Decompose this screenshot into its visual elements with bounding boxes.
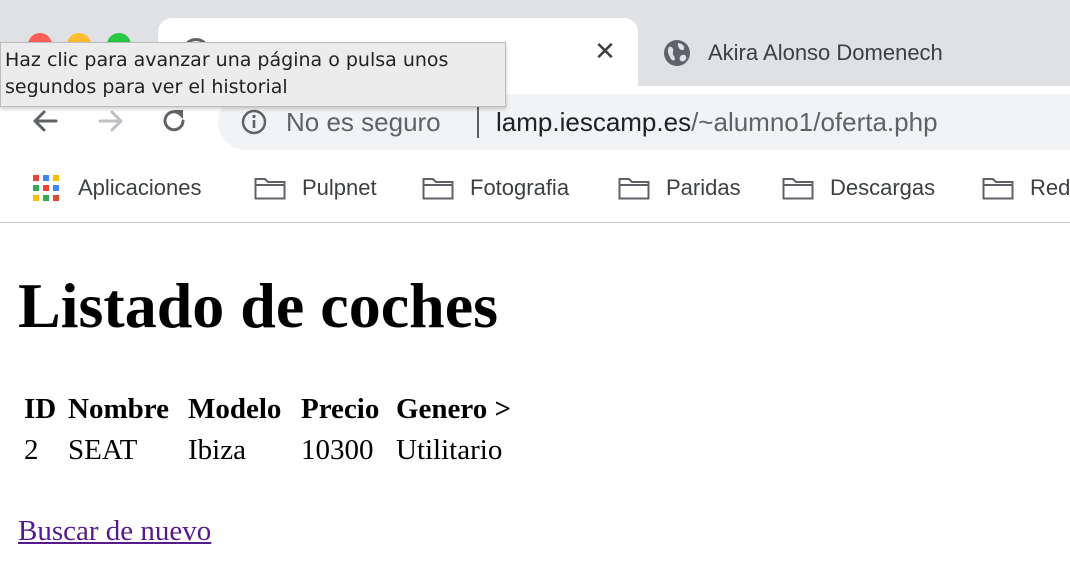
folder-icon xyxy=(422,178,454,200)
column-header-genero: Genero > xyxy=(396,393,512,425)
tooltip-line: segundos para ver el historial xyxy=(5,76,288,98)
column-header-id: ID xyxy=(24,393,57,425)
bookmarks-bar: Aplicaciones Pulpnet Fotografia Paridas … xyxy=(0,156,1070,223)
folder-icon xyxy=(782,178,814,200)
cars-table: ID Nombre Modelo Precio Genero > 2 SEAT … xyxy=(20,385,515,475)
bookmark-label: Pulpnet xyxy=(302,175,377,200)
folder-icon xyxy=(618,178,650,200)
bookmark-label: Aplicaciones xyxy=(78,175,202,200)
bookmark-aplicaciones[interactable]: Aplicaciones xyxy=(32,172,202,204)
forward-arrow-icon[interactable] xyxy=(94,104,128,138)
column-header-nombre: Nombre xyxy=(68,393,169,425)
address-separator xyxy=(477,106,479,138)
tab-close-button[interactable]: ✕ xyxy=(590,36,620,66)
url-host: lamp.iescamp.es xyxy=(496,107,692,137)
apps-grid-icon xyxy=(32,174,60,202)
cell-genero: Utilitario xyxy=(396,434,503,466)
cell-nombre: SEAT xyxy=(68,434,138,466)
web-page: Listado de coches ID Nombre Modelo Preci… xyxy=(0,223,1070,584)
bookmark-fotografia[interactable]: Fotografia xyxy=(422,172,569,204)
tab-inactive[interactable]: Akira Alonso Domenech xyxy=(660,18,1070,84)
page-title: Listado de coches xyxy=(18,270,498,341)
tooltip-line: Haz clic para avanzar una página o pulsa… xyxy=(5,49,449,71)
forward-button-tooltip: Haz clic para avanzar una página o pulsa… xyxy=(0,42,506,107)
tab-title: Akira Alonso Domenech xyxy=(708,40,943,65)
bookmark-label: Paridas xyxy=(666,175,741,200)
bookmark-pulpnet[interactable]: Pulpnet xyxy=(254,172,377,204)
search-again-link[interactable]: Buscar de nuevo xyxy=(18,515,211,548)
bookmark-label: Red xyxy=(1030,175,1070,200)
globe-icon xyxy=(664,40,690,66)
url-text[interactable]: lamp.iescamp.es/~alumno1/oferta.php xyxy=(496,107,938,138)
table-row: 2 SEAT Ibiza 10300 Utilitario xyxy=(24,434,511,467)
column-header-precio: Precio xyxy=(301,393,380,425)
folder-icon xyxy=(254,178,286,200)
url-path: /~alumno1/oferta.php xyxy=(691,107,938,137)
bookmark-label: Fotografia xyxy=(470,175,570,200)
column-header-modelo: Modelo xyxy=(188,393,282,425)
info-icon[interactable] xyxy=(240,108,268,136)
cell-modelo: Ibiza xyxy=(188,434,246,466)
back-arrow-icon[interactable] xyxy=(28,104,62,138)
bookmark-paridas[interactable]: Paridas xyxy=(618,172,741,204)
folder-icon xyxy=(982,178,1014,200)
table-header-row: ID Nombre Modelo Precio Genero > xyxy=(24,393,511,426)
bookmark-label: Descargas xyxy=(830,175,936,200)
bookmark-red[interactable]: Red xyxy=(982,172,1070,204)
close-icon: ✕ xyxy=(594,35,616,66)
cell-precio: 10300 xyxy=(301,434,374,466)
cell-id: 2 xyxy=(24,434,39,466)
reload-icon[interactable] xyxy=(157,104,191,138)
bookmark-descargas[interactable]: Descargas xyxy=(782,172,935,204)
security-label[interactable]: No es seguro xyxy=(286,107,441,138)
